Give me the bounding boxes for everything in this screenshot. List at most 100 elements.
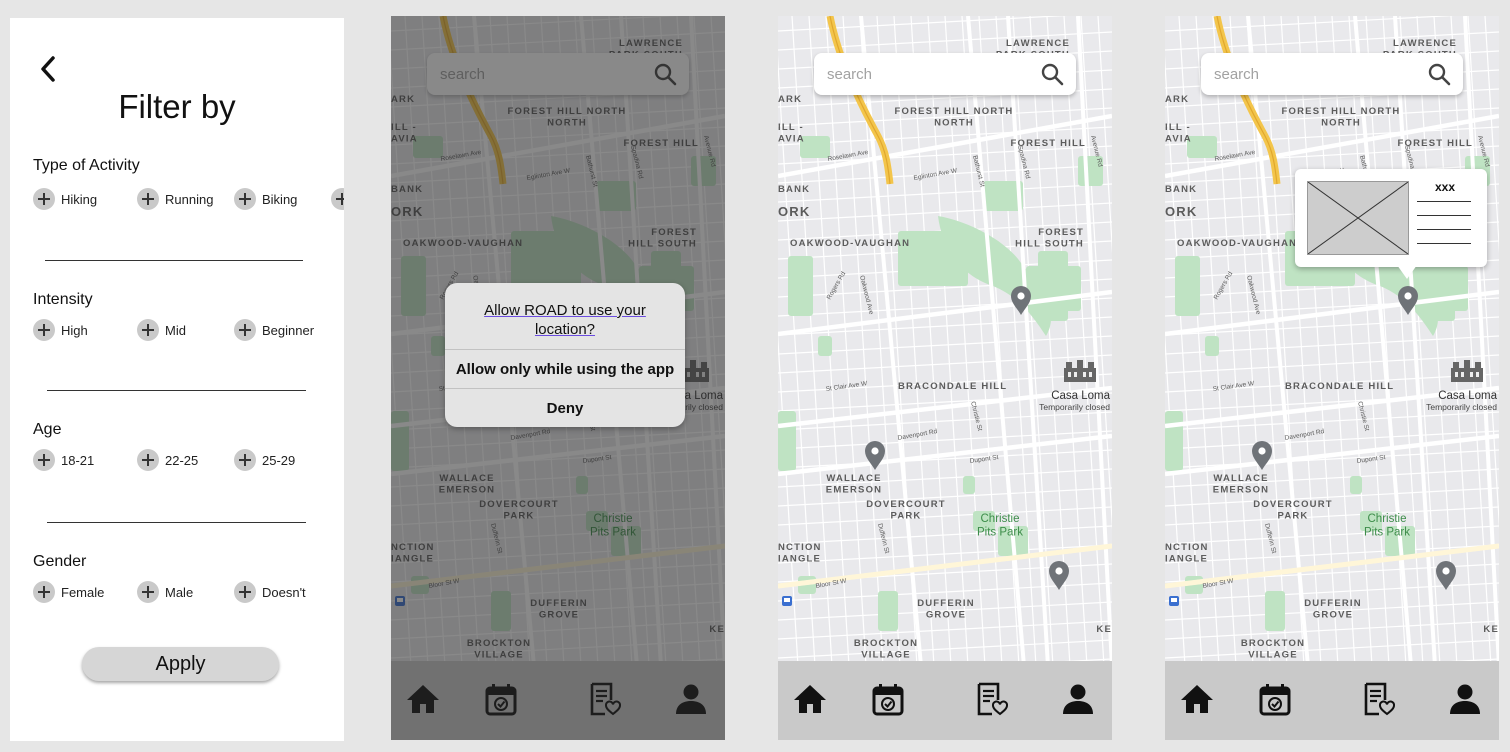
activity-options: Hiking Running Biking xyxy=(33,187,344,211)
map-label: ARK xyxy=(778,94,802,105)
dialog-message: Allow ROAD to use your location? xyxy=(484,302,646,338)
text-line-placeholder xyxy=(1417,243,1471,244)
option-doesnt[interactable]: Doesn't xyxy=(234,580,306,604)
allow-while-using-button[interactable]: Allow only while using the app xyxy=(445,349,685,389)
calendar-check-icon[interactable] xyxy=(1257,681,1293,717)
option-label: Running xyxy=(165,191,214,207)
section-title-activity: Type of Activity xyxy=(33,157,140,174)
map-label: BANK xyxy=(1165,184,1197,195)
plus-icon xyxy=(137,581,159,603)
option-label: Female xyxy=(61,584,105,600)
option-biking[interactable]: Biking xyxy=(234,187,297,211)
map-label: Casa Loma xyxy=(1051,390,1110,402)
map-view[interactable]: LAWRENCEPARK SOUTHFOREST HILL NORTHNORTH… xyxy=(1165,16,1499,666)
map-label: ILL -AVIA xyxy=(1165,122,1192,145)
plus-icon xyxy=(33,188,55,210)
saved-list-icon[interactable] xyxy=(972,681,1008,717)
option-label: Biking xyxy=(262,191,298,207)
map-label: BROCKTONVILLAGE xyxy=(854,638,918,661)
subway-icon xyxy=(782,596,792,606)
map-label: BROCKTONVILLAGE xyxy=(1241,638,1305,661)
option-female[interactable]: Female xyxy=(33,580,104,604)
option-running[interactable]: Running xyxy=(137,187,213,211)
option-mid[interactable]: Mid xyxy=(137,318,186,342)
option-male[interactable]: Male xyxy=(137,580,193,604)
plus-icon xyxy=(137,319,159,341)
search-icon[interactable] xyxy=(1427,62,1451,86)
plus-icon xyxy=(33,449,55,471)
plus-icon xyxy=(33,581,55,603)
option-high[interactable]: High xyxy=(33,318,88,342)
image-placeholder xyxy=(1307,181,1409,255)
plus-icon xyxy=(234,581,256,603)
plus-icon xyxy=(234,188,256,210)
location-permission-dialog: Allow ROAD to use your location? Allow o… xyxy=(445,283,685,427)
map-detail-screen: LAWRENCEPARK SOUTHFOREST HILL NORTHNORTH… xyxy=(1165,16,1499,740)
saved-list-icon[interactable] xyxy=(1359,681,1395,717)
map-label: BRACONDALE HILL xyxy=(898,381,1007,392)
map-label: BANK xyxy=(778,184,810,195)
text-line-placeholder xyxy=(1417,229,1471,230)
map-label: WALLACEEMERSON xyxy=(1213,473,1269,496)
profile-icon[interactable] xyxy=(1447,681,1483,717)
option-label: Doesn't xyxy=(262,584,306,600)
intensity-options: High Mid Beginner xyxy=(33,318,344,342)
search-placeholder: search xyxy=(827,66,873,83)
plus-icon xyxy=(234,449,256,471)
map-label: ILL -AVIA xyxy=(778,122,805,145)
map-view[interactable]: LAWRENCEPARK SOUTHFOREST HILL NORTHNORTH… xyxy=(778,16,1112,666)
plus-icon xyxy=(137,449,159,471)
option-label: High xyxy=(61,322,88,338)
map-label: Temporarily closed xyxy=(1426,402,1497,412)
divider xyxy=(45,260,303,261)
calendar-check-icon[interactable] xyxy=(870,681,906,717)
map-label: OAKWOOD-VAUGHAN xyxy=(790,238,910,249)
home-icon[interactable] xyxy=(1179,681,1215,717)
card-pointer xyxy=(1397,265,1417,279)
map-label: WALLACEEMERSON xyxy=(826,473,882,496)
search-bar[interactable]: search xyxy=(1201,53,1463,95)
search-bar[interactable]: search xyxy=(814,53,1076,95)
option-age-22-25[interactable]: 22-25 xyxy=(137,448,198,472)
castle-icon xyxy=(1064,360,1096,382)
option-age-18-21[interactable]: 18-21 xyxy=(33,448,94,472)
apply-button[interactable]: Apply xyxy=(82,647,279,681)
subway-icon xyxy=(1169,596,1179,606)
map-label: ORK xyxy=(1165,204,1198,219)
option-hiking[interactable]: Hiking xyxy=(33,187,97,211)
option-beginner[interactable]: Beginner xyxy=(234,318,314,342)
option-label: 25-29 xyxy=(262,452,296,468)
divider xyxy=(47,390,306,391)
option-label: Mid xyxy=(165,322,186,338)
option-more[interactable] xyxy=(331,187,344,211)
plus-icon xyxy=(33,319,55,341)
profile-icon[interactable] xyxy=(1060,681,1096,717)
map-label: ChristiePits Park xyxy=(1364,513,1410,539)
map-label: ChristiePits Park xyxy=(977,513,1023,539)
deny-button[interactable]: Deny xyxy=(445,388,685,427)
map-label: BRACONDALE HILL xyxy=(1285,381,1394,392)
search-icon[interactable] xyxy=(1040,62,1064,86)
back-chevron-icon[interactable] xyxy=(38,54,58,84)
age-options: 18-21 22-25 25-29 xyxy=(33,448,344,472)
location-preview-card[interactable]: xxx xyxy=(1295,169,1487,279)
option-label: 22-25 xyxy=(165,452,199,468)
section-title-intensity: Intensity xyxy=(33,291,93,308)
option-label: 18-21 xyxy=(61,452,95,468)
map-label: NCTIONIANGLE xyxy=(1165,542,1209,565)
map-label: NCTIONIANGLE xyxy=(778,542,822,565)
castle-icon xyxy=(1451,360,1483,382)
text-line-placeholder xyxy=(1417,201,1471,202)
option-age-25-29[interactable]: 25-29 xyxy=(234,448,295,472)
plus-icon xyxy=(331,188,344,210)
bottom-nav xyxy=(1165,661,1499,740)
map-screen: LAWRENCEPARK SOUTHFOREST HILL NORTHNORTH… xyxy=(778,16,1112,740)
card-title: xxx xyxy=(1434,180,1456,194)
home-icon[interactable] xyxy=(792,681,828,717)
section-title-gender: Gender xyxy=(33,553,87,570)
filter-screen: Filter by Type of Activity Hiking Runnin… xyxy=(10,18,344,741)
map-label: Casa Loma xyxy=(1438,390,1497,402)
search-placeholder: search xyxy=(1214,66,1260,83)
text-line-placeholder xyxy=(1417,215,1471,216)
section-title-age: Age xyxy=(33,421,62,438)
